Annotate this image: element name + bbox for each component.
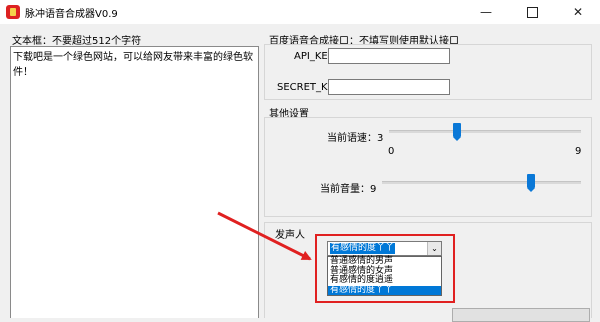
volume-slider-thumb[interactable] bbox=[527, 174, 536, 192]
maximize-button[interactable] bbox=[510, 0, 554, 24]
annotation-highlight-box bbox=[315, 234, 455, 303]
title-bar: 脉冲语音合成器V0.9 — ✕ bbox=[0, 0, 600, 24]
synthesize-button[interactable] bbox=[452, 308, 590, 322]
speed-label: 当前语速：3 bbox=[327, 133, 384, 144]
volume-label: 当前音量：9 bbox=[320, 184, 377, 195]
speed-slider-track[interactable] bbox=[389, 130, 581, 133]
volume-slider-track[interactable] bbox=[382, 181, 581, 184]
minimize-button[interactable]: — bbox=[464, 0, 508, 24]
text-input-area[interactable]: 下载吧是一个绿色网站，可以给网友带来丰富的绿色软件！ bbox=[10, 46, 259, 318]
speed-slider-thumb[interactable] bbox=[453, 123, 461, 141]
close-icon: ✕ bbox=[572, 5, 584, 19]
secret-key-input[interactable] bbox=[328, 79, 450, 95]
speed-min-label: 0 bbox=[388, 146, 395, 157]
close-button[interactable]: ✕ bbox=[556, 0, 600, 24]
speed-max-label: 9 bbox=[575, 146, 582, 157]
text-content: 下载吧是一个绿色网站，可以给网友带来丰富的绿色软件！ bbox=[13, 52, 253, 78]
window-title: 脉冲语音合成器V0.9 bbox=[25, 9, 118, 20]
app-icon bbox=[6, 5, 20, 19]
maximize-icon bbox=[526, 7, 538, 18]
api-key-input[interactable] bbox=[328, 48, 450, 64]
text-box-label: 文本框：不要超过512个字符 bbox=[12, 36, 142, 47]
minimize-icon: — bbox=[480, 5, 492, 19]
